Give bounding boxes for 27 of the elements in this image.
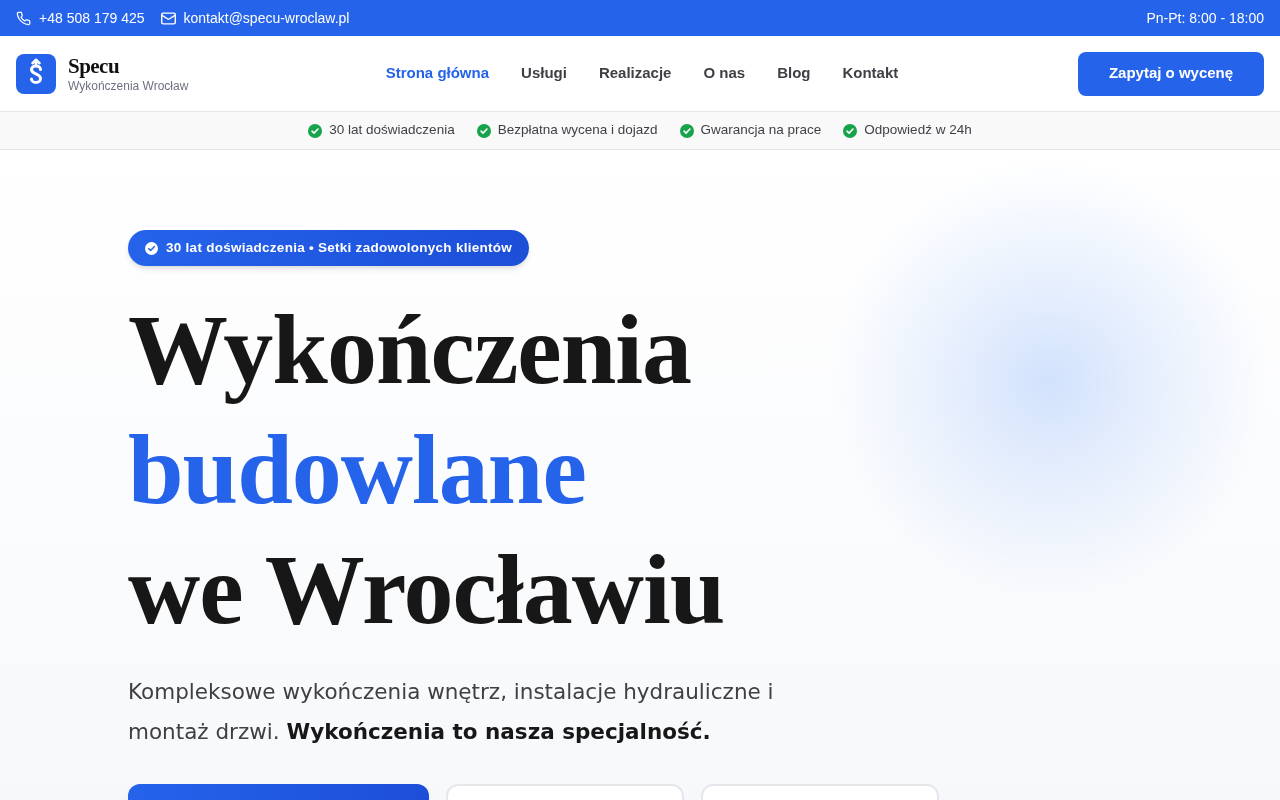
- nav-link[interactable]: Strona główna: [385, 62, 490, 85]
- hero-headline: Wykończenia budowlane we Wrocławiu: [128, 293, 725, 647]
- trust-item: Bezpłatna wycena i dojazd: [497, 121, 658, 140]
- nav-link[interactable]: O nas: [703, 62, 746, 85]
- phone-icon: [16, 10, 31, 26]
- mail-icon: [160, 11, 176, 25]
- email-address[interactable]: kontakt@specu-wroclaw.pl: [183, 7, 350, 29]
- check-icon: [145, 241, 158, 255]
- hero-description: Kompleksowe wykończenia wnętrz, instalacje hydrauliczne i montaż drzwi. Wykończenia to nasza specjalność.: [128, 678, 775, 746]
- phone-number[interactable]: +48 508 179 425: [39, 7, 145, 29]
- check-icon: [476, 123, 491, 138]
- check-icon: [308, 123, 323, 138]
- nav-link[interactable]: Kontakt: [842, 62, 899, 85]
- nav-link[interactable]: Usługi: [521, 62, 567, 85]
- logo-icon: [16, 53, 56, 94]
- check-icon: [843, 123, 858, 138]
- opening-hours: Pn-Pt: 8:00 - 18:00: [1146, 8, 1264, 28]
- brand-tagline: Wykończenia Wrocław: [68, 78, 189, 94]
- trust-item: Gwarancja na prace: [700, 121, 822, 140]
- quote-button[interactable]: Zapytaj o wycenę: [1078, 51, 1264, 96]
- trust-item: Odpowiedź w 24h: [864, 121, 972, 140]
- check-icon: [679, 123, 694, 138]
- trust-item: 30 lat doświadczenia: [329, 121, 455, 140]
- brand-name[interactable]: Specu: [68, 53, 189, 78]
- nav-link[interactable]: Realizacje: [598, 62, 672, 85]
- nav-link[interactable]: Blog: [777, 62, 811, 85]
- badge-text: 30 lat doświadczenia • Setki zadowolonych klientów: [166, 238, 513, 257]
